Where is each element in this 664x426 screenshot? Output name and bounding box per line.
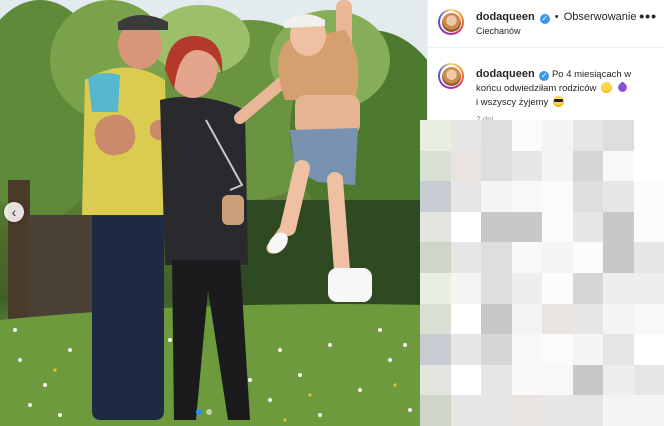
photo-illustration	[0, 0, 427, 426]
caption-avatar[interactable]	[438, 63, 464, 89]
verified-badge-icon: ✓	[539, 71, 550, 81]
header-user-line: dodaqueen ✓ • Obserwowanie	[476, 11, 636, 24]
caption-text: dodaqueen ✓ Po 4 miesiącach w końcu odwi…	[476, 67, 658, 110]
caption-username-link[interactable]: dodaqueen	[476, 68, 535, 80]
pixelated-censored-area	[420, 120, 664, 426]
location-link[interactable]: Ciechanów	[476, 26, 521, 36]
carousel-dots	[196, 409, 212, 415]
avatar-image	[441, 12, 461, 32]
avatar[interactable]	[438, 9, 464, 35]
caption-line-1: Po 4 miesiącach w	[551, 69, 632, 80]
more-options-icon[interactable]: •••	[639, 8, 657, 24]
purple-heart-emoji-icon	[615, 81, 629, 94]
verified-badge-icon: ✓	[539, 13, 550, 24]
post-photo[interactable]: ‹	[0, 0, 427, 426]
username-link[interactable]: dodaqueen	[476, 11, 535, 23]
carousel-dot	[206, 409, 212, 415]
carousel-prev-button[interactable]: ‹	[4, 202, 24, 222]
sunglasses-emoji-icon	[552, 96, 564, 107]
avatar-image	[441, 66, 461, 86]
following-button[interactable]: Obserwowanie	[564, 11, 637, 23]
carousel-dot-active	[196, 409, 202, 415]
smile-emoji-icon	[601, 82, 613, 93]
post-header: dodaqueen ✓ • Obserwowanie Ciechanów •••	[428, 0, 664, 48]
caption-line-2: końcu odwiedziłam rodziców	[476, 83, 597, 94]
header-separator: •	[554, 11, 559, 23]
chevron-left-icon: ‹	[11, 203, 17, 220]
caption-line-3: i wszyscy żyjemy	[476, 97, 549, 108]
